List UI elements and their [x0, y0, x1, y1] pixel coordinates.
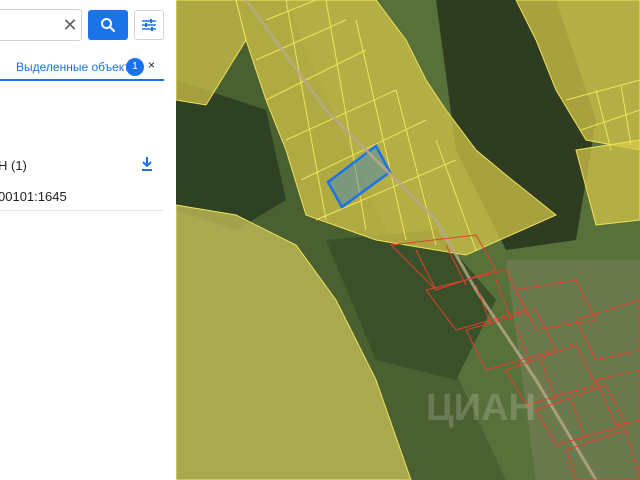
side-panel: ✕ Выделенные объекты 1 × Н (1) 00101:164… [0, 0, 176, 480]
clear-search-icon[interactable]: ✕ [60, 14, 80, 36]
result-group-title: Н (1) [0, 158, 27, 173]
count-badge: 1 [126, 58, 144, 76]
tab-underline [0, 79, 164, 81]
cadastral-number-item[interactable]: 00101:1645 [0, 189, 67, 204]
download-icon[interactable] [140, 156, 154, 172]
close-tab-icon[interactable]: × [148, 58, 155, 72]
search-icon [101, 18, 116, 33]
tune-icon [142, 19, 156, 31]
tab-label: Выделенные объекты [16, 60, 139, 74]
divider [0, 210, 164, 211]
map-canvas[interactable]: ЦИАН [176, 0, 640, 480]
filter-button[interactable] [134, 10, 164, 40]
search-button[interactable] [88, 10, 128, 40]
map-watermark: ЦИАН [426, 387, 536, 429]
tab-selected-objects[interactable]: Выделенные объекты 1 × [0, 54, 164, 81]
